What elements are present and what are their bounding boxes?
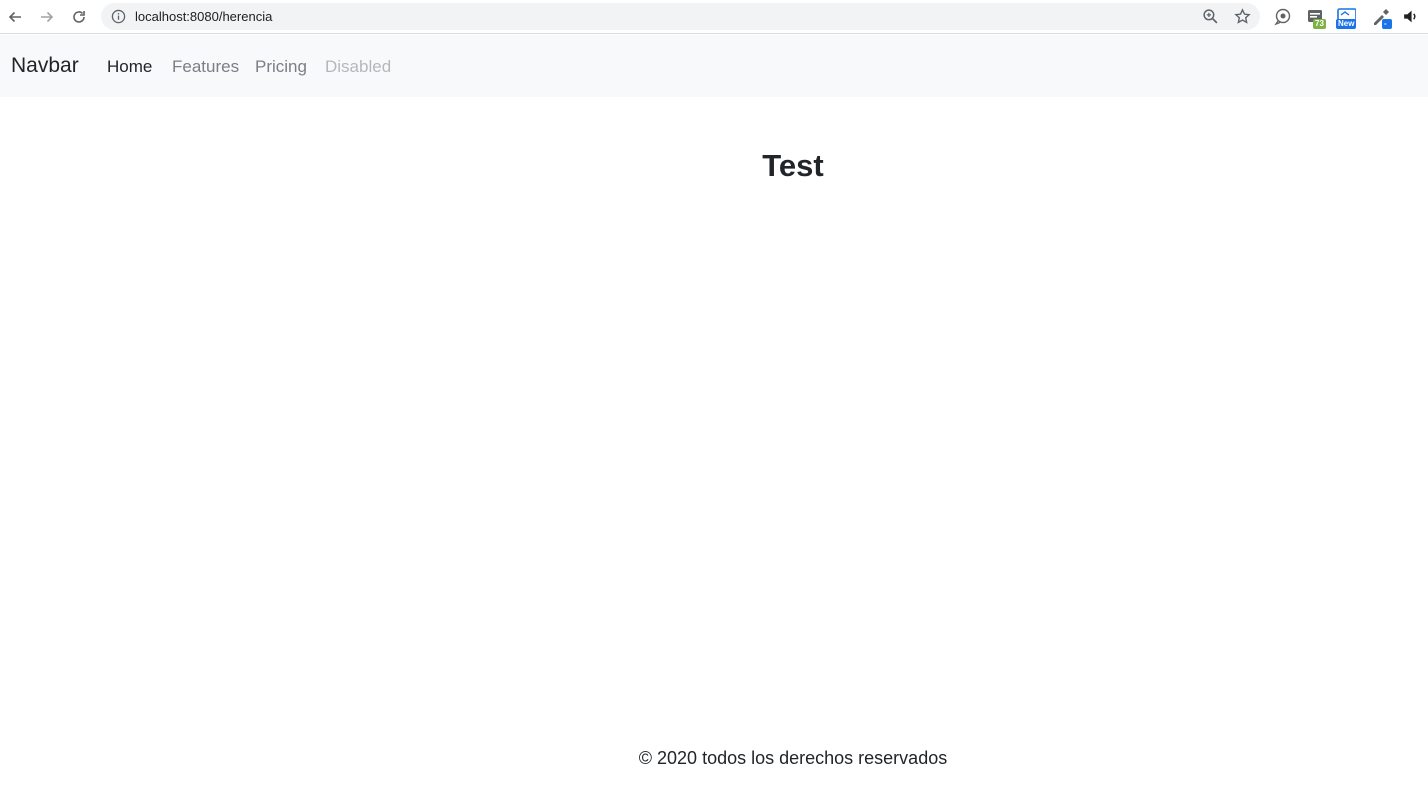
reload-icon xyxy=(73,11,85,23)
extension-1-badge: 73 xyxy=(1313,19,1326,29)
url-text: localhost:8080/herencia xyxy=(135,9,273,24)
nav-link-home[interactable]: Home xyxy=(107,57,152,77)
back-button[interactable] xyxy=(3,5,27,29)
forward-button[interactable] xyxy=(35,5,59,29)
speaker-icon[interactable] xyxy=(1402,8,1419,25)
address-bar[interactable]: localhost:8080/herencia xyxy=(101,3,1260,30)
zoom-icon[interactable] xyxy=(1202,8,1219,25)
info-icon[interactable] xyxy=(111,9,126,24)
nav-link-disabled: Disabled xyxy=(325,57,392,76)
arrow-right-icon xyxy=(41,11,54,23)
extension-2-icon[interactable]: New xyxy=(1336,7,1357,29)
extension-3-badge: - xyxy=(1382,19,1392,29)
extension-1-icon[interactable]: 73 xyxy=(1306,7,1326,29)
bookmark-star-icon[interactable] xyxy=(1234,8,1251,25)
page-title: Test xyxy=(762,148,824,183)
extension-2-badge: New xyxy=(1336,19,1357,29)
navbar-brand[interactable]: Navbar xyxy=(11,54,79,78)
arrow-left-icon xyxy=(8,11,21,23)
nav-link-pricing[interactable]: Pricing xyxy=(255,57,307,77)
footer-copyright: © 2020 todos los derechos reservados xyxy=(638,748,948,768)
nav-link-features[interactable]: Features xyxy=(172,57,239,77)
extension-3-icon[interactable]: - xyxy=(1371,7,1392,29)
chat-extension-icon[interactable] xyxy=(1273,7,1293,27)
browser-toolbar: localhost:8080/herencia 73 New - xyxy=(0,0,1428,34)
navbar: Navbar Home Features Pricing Disabled xyxy=(0,35,1428,97)
reload-button[interactable] xyxy=(67,5,91,29)
